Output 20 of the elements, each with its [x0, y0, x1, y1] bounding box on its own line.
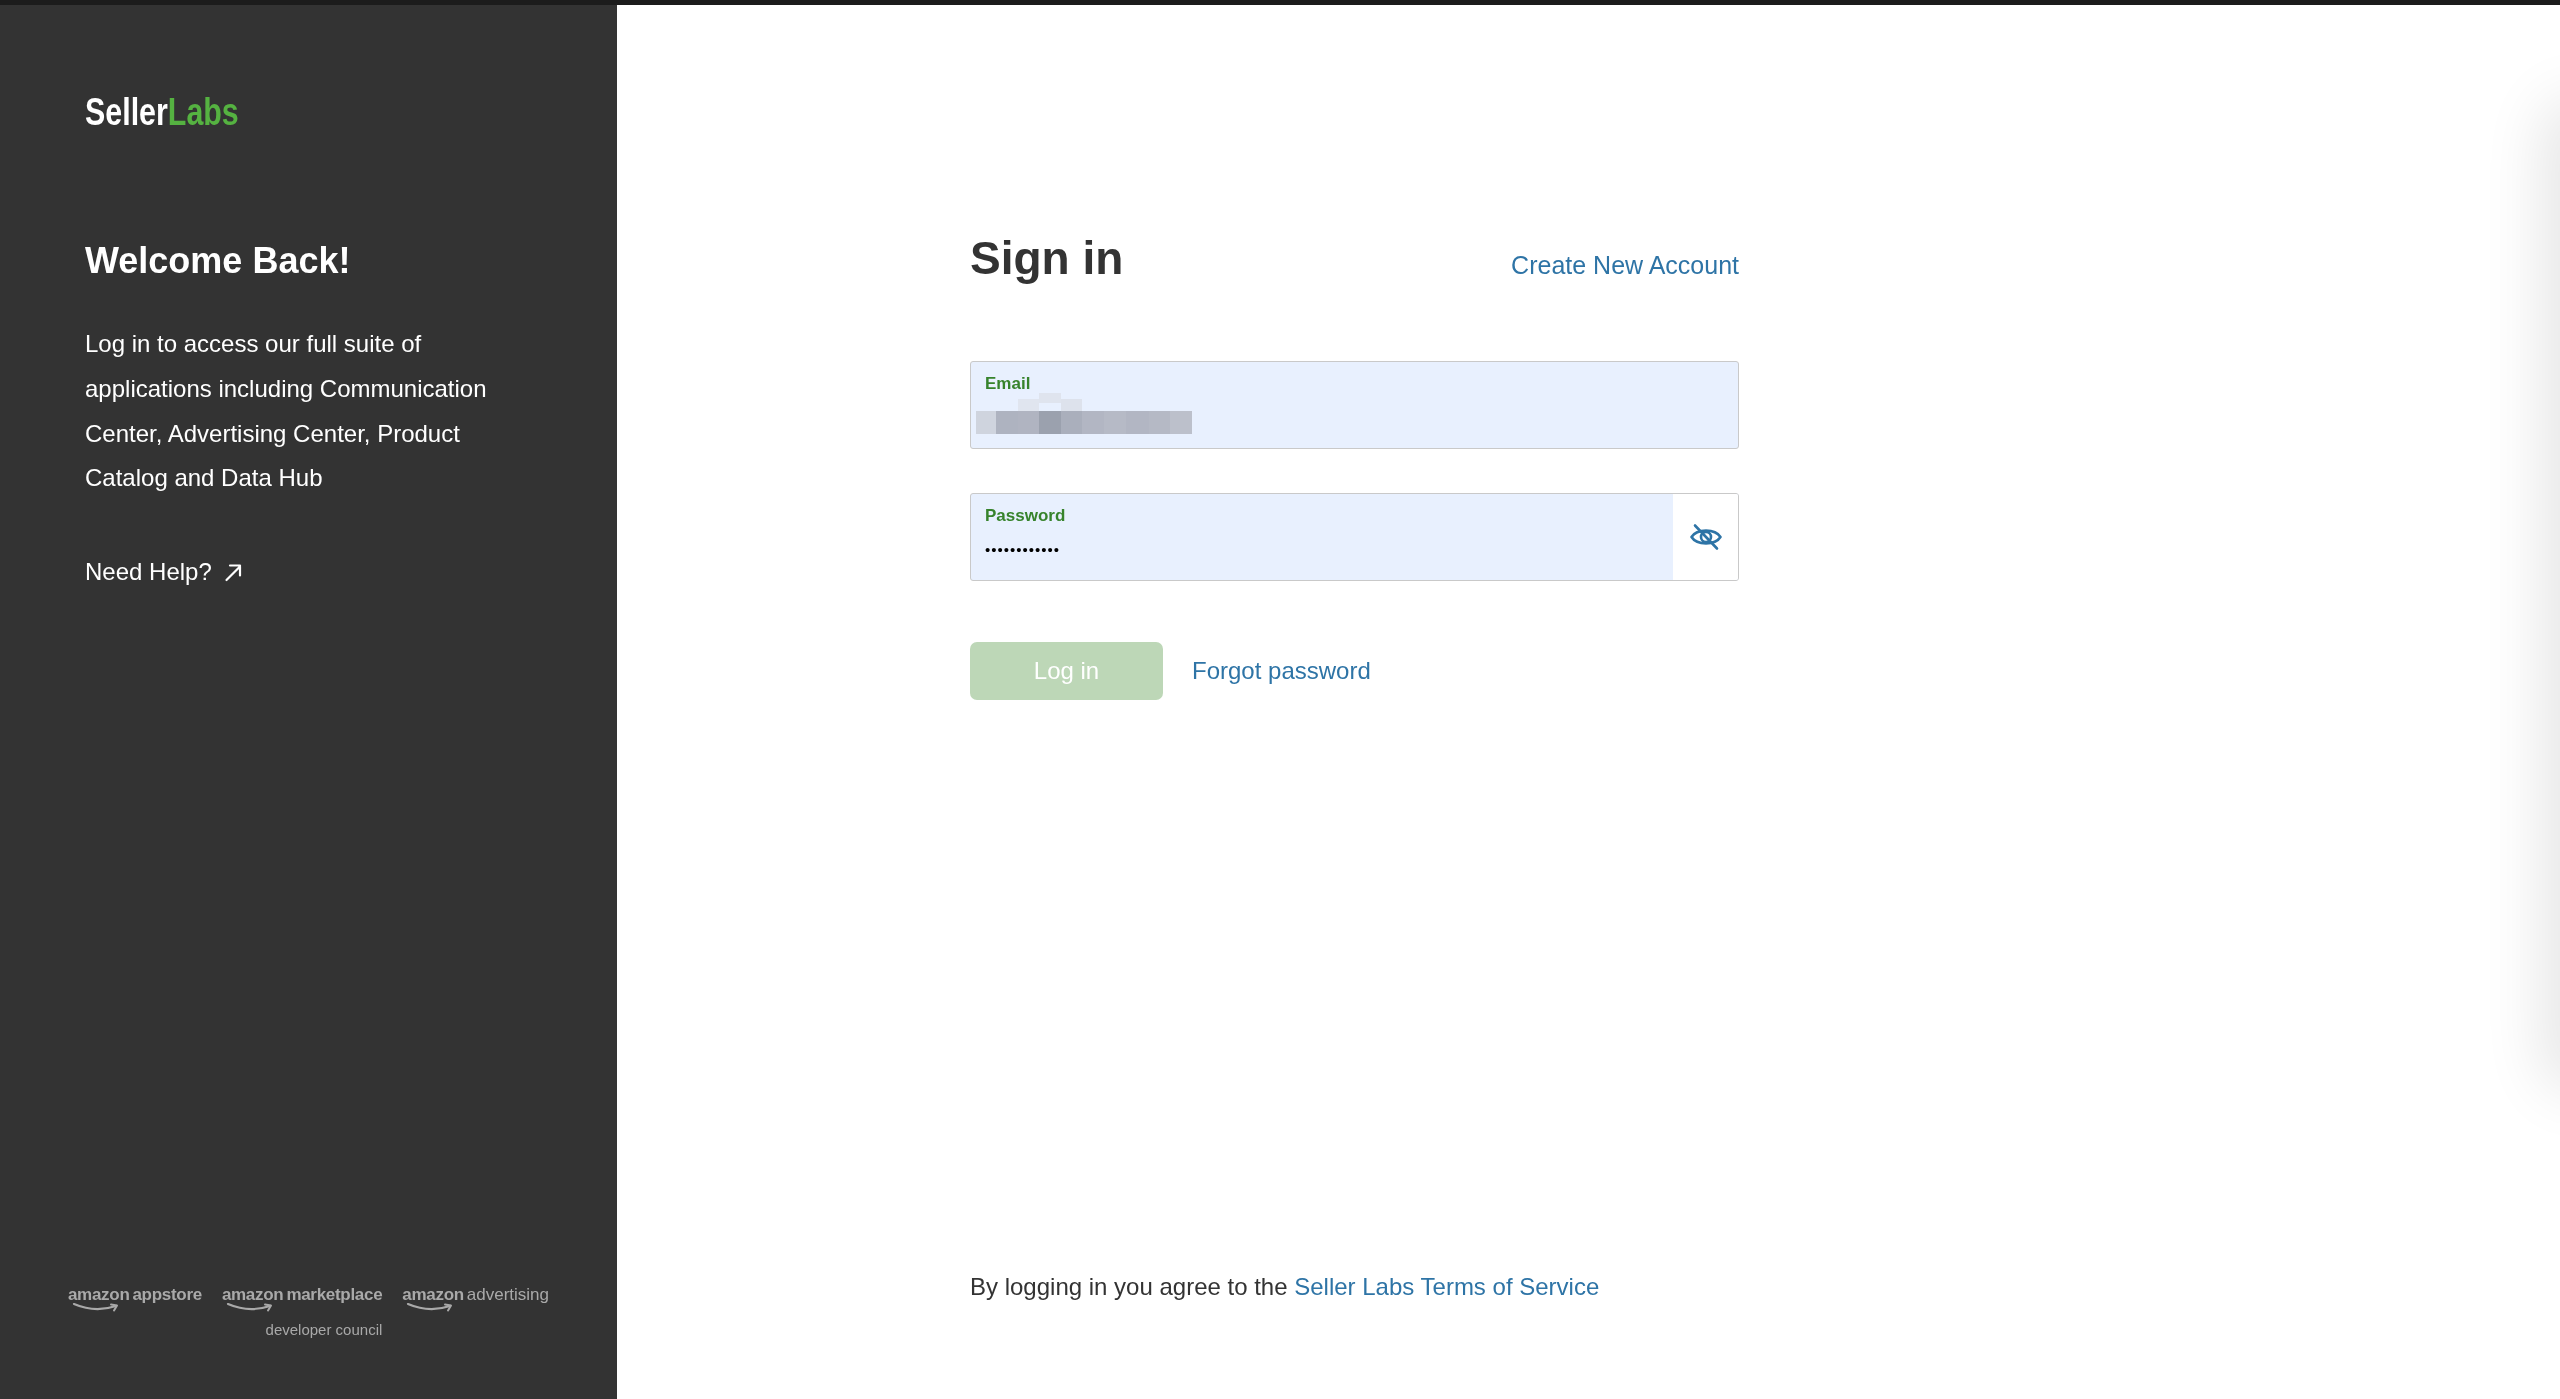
- password-field[interactable]: Password ••••••••••••: [970, 493, 1739, 581]
- logo-subtitle: developer council: [265, 1321, 383, 1339]
- partner-logo: amazon advertising: [402, 1286, 550, 1312]
- email-field[interactable]: Email: [970, 361, 1739, 449]
- terms-link[interactable]: Seller Labs Terms of Service: [1294, 1273, 1600, 1300]
- arrow-up-right-icon: [223, 562, 243, 582]
- partner-logo: amazon marketplace: [221, 1286, 383, 1312]
- logo: SellerLabs: [85, 93, 239, 131]
- password-visibility-button[interactable]: [1673, 494, 1738, 580]
- partner-logo: amazon appstore: [67, 1286, 202, 1312]
- field-label: Email: [985, 374, 1031, 394]
- welcome-description: Log in to access our full suite of applications including Communication Center, Advertising Center, Product Catalog and Data Hub: [85, 329, 488, 494]
- field-value: ••••••••••••: [985, 540, 1061, 560]
- field-label: Password: [985, 506, 1066, 526]
- forgot-password-link[interactable]: Forgot password: [1192, 657, 1371, 685]
- create-account-link[interactable]: Create New Account: [1511, 251, 1739, 280]
- welcome-heading: Welcome Back!: [85, 239, 351, 283]
- sign-in-title: Sign in: [970, 231, 1124, 286]
- terms-text: By logging in you agree to the Seller Labs Terms of Service: [970, 1272, 1600, 1302]
- need-help-link[interactable]: Need Help?: [85, 550, 243, 594]
